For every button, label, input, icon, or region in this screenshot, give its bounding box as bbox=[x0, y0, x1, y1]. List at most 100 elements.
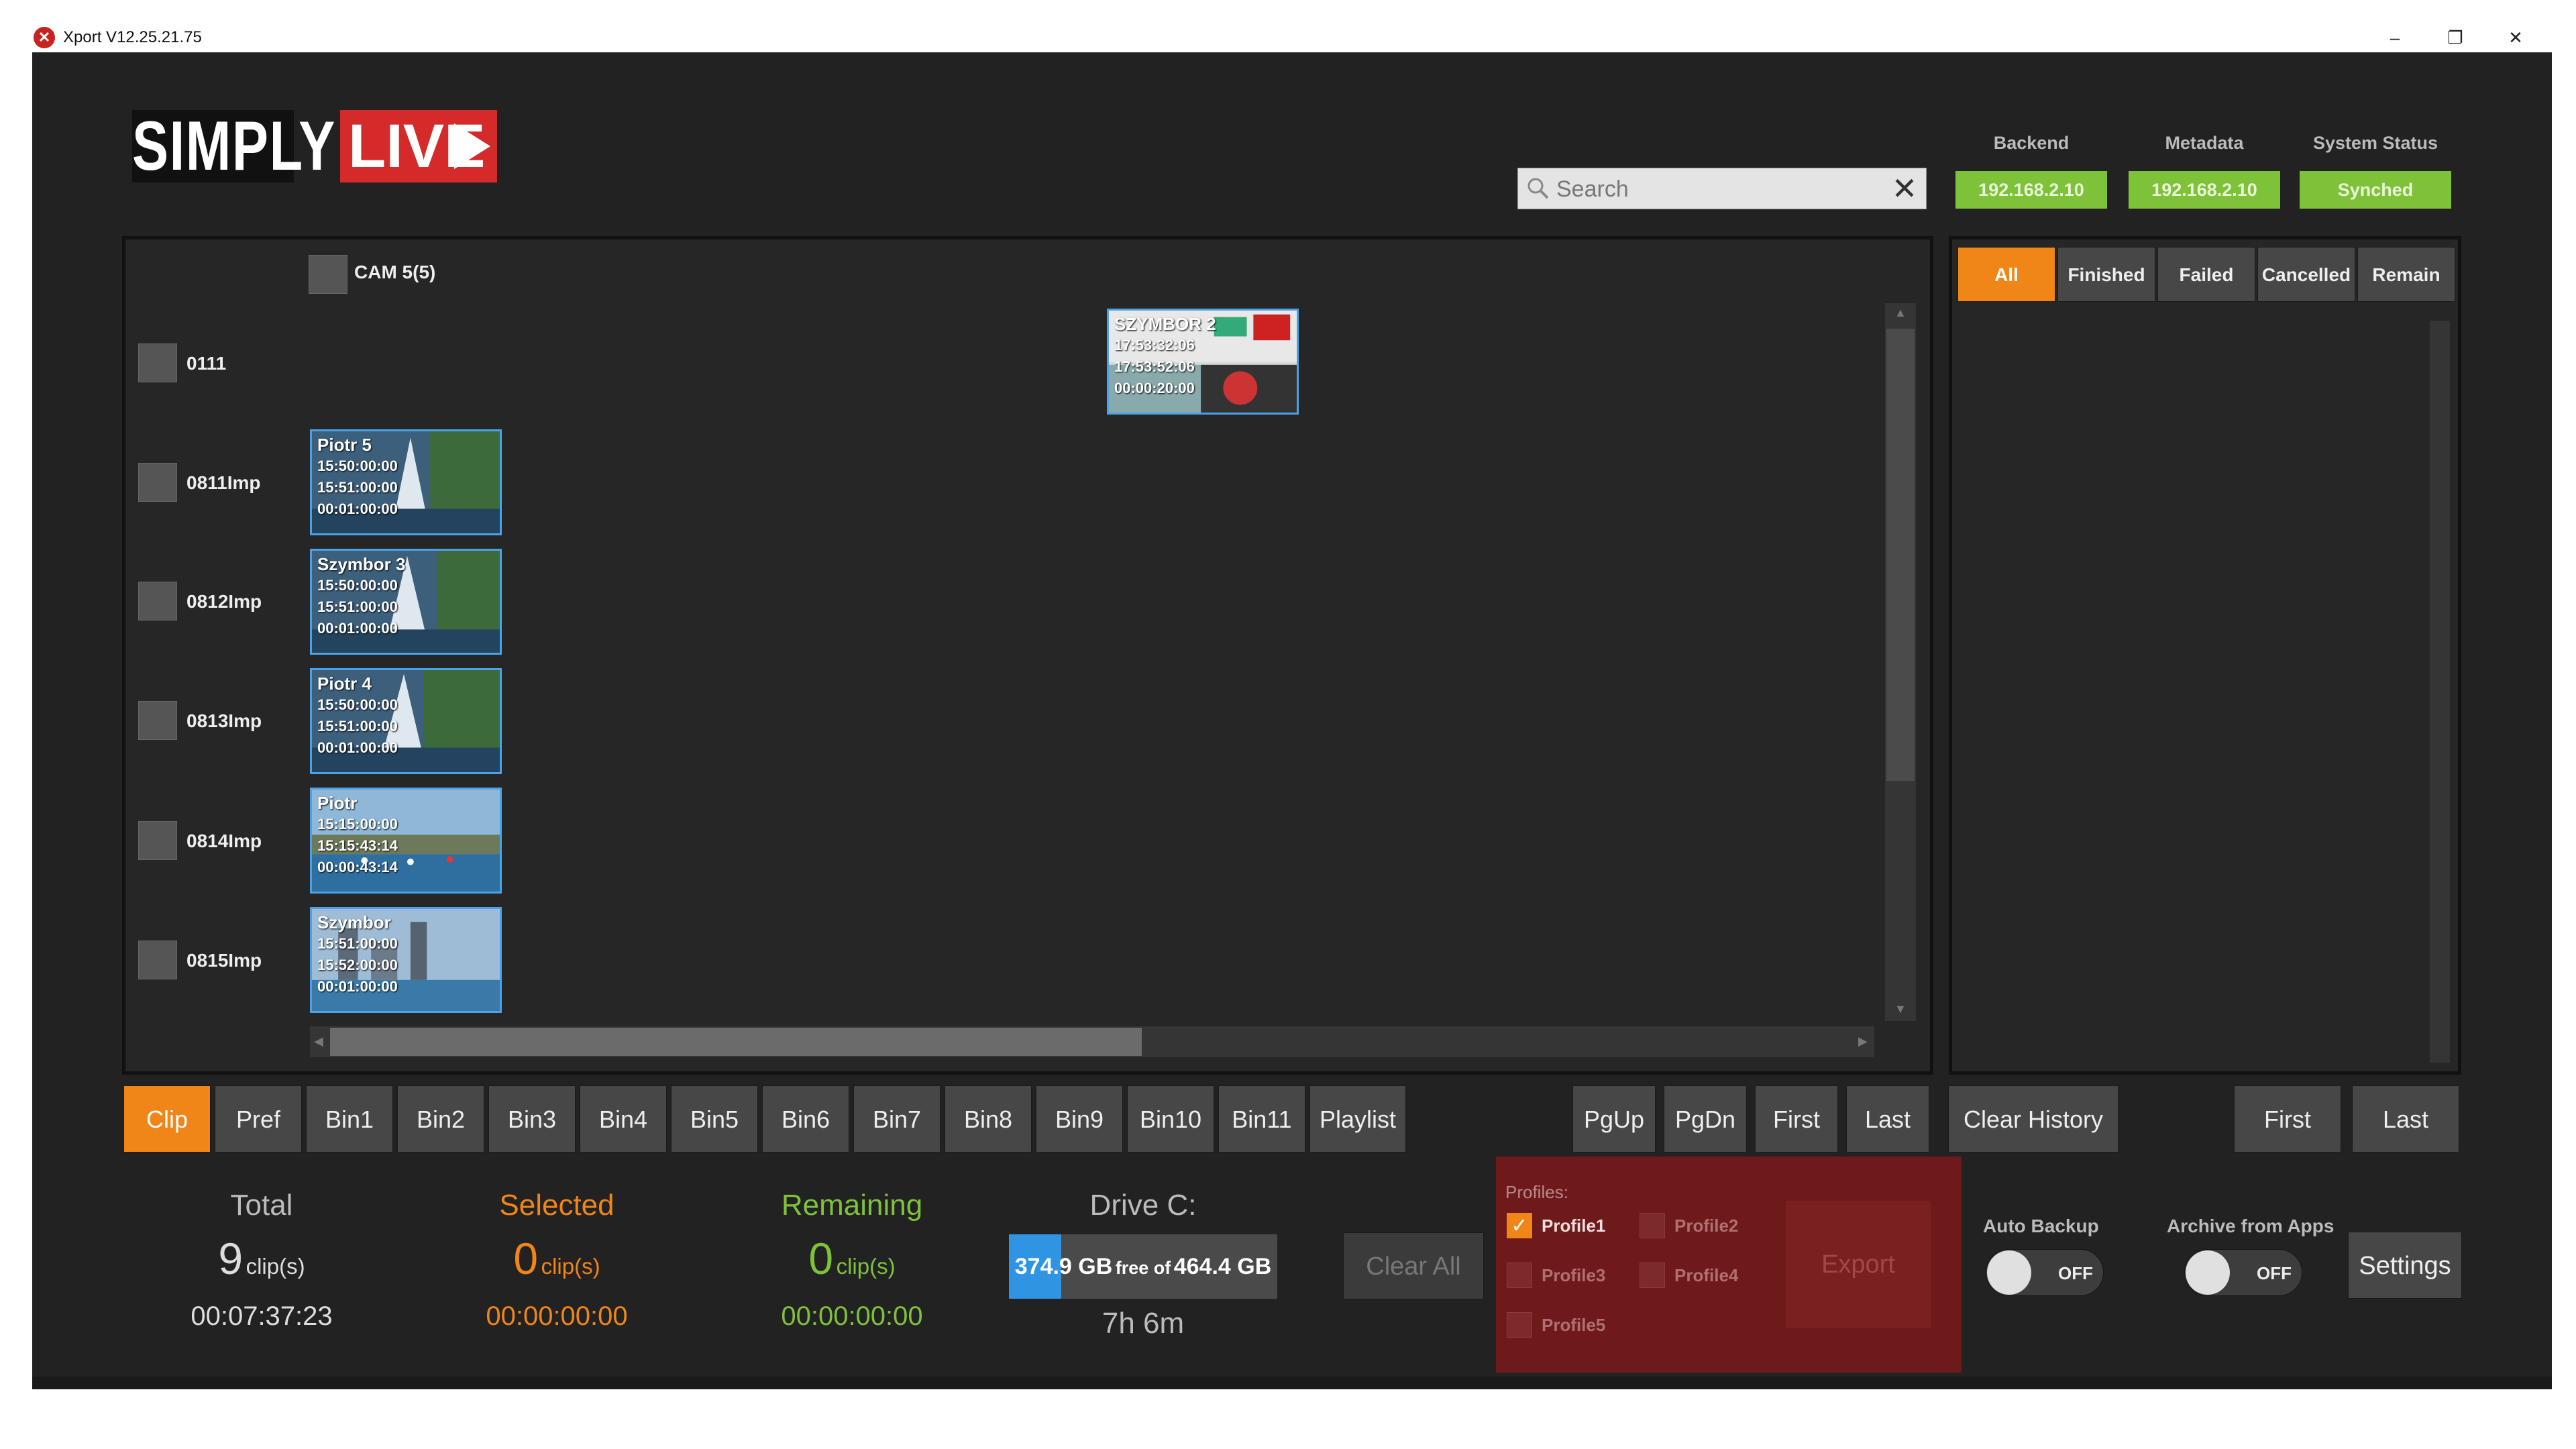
archive-from-apps-knob[interactable] bbox=[2186, 1250, 2230, 1295]
archive-from-apps-state: OFF bbox=[2257, 1263, 2292, 1283]
clip-thumbnail[interactable]: Piotr 5 15:50:00:00 15:51:00:00 00:01:00… bbox=[310, 429, 502, 535]
bin-tab-bin3[interactable]: Bin3 bbox=[488, 1085, 576, 1152]
row-checkbox[interactable] bbox=[138, 582, 177, 621]
row-checkbox[interactable] bbox=[138, 941, 177, 979]
bottom-strip bbox=[32, 1377, 2552, 1389]
clear-all-button[interactable]: Clear All bbox=[1343, 1232, 1484, 1299]
profiles-label: Profiles: bbox=[1505, 1182, 1568, 1202]
camera-label: CAM 5(5) bbox=[354, 262, 436, 282]
bin-tab-pref[interactable]: Pref bbox=[215, 1085, 302, 1152]
bin-tab-bin11[interactable]: Bin11 bbox=[1218, 1085, 1305, 1152]
search-icon bbox=[1527, 178, 1549, 199]
drive-total: 464.4 GB bbox=[1173, 1254, 1272, 1279]
logo-simply: SIMPLY bbox=[132, 107, 336, 185]
drive-free: 374.9 GB bbox=[1014, 1254, 1113, 1279]
backend-label: Backend bbox=[1993, 133, 2070, 153]
bin-tab-bin9[interactable]: Bin9 bbox=[1036, 1085, 1123, 1152]
profile3-checkbox[interactable] bbox=[1507, 1263, 1532, 1288]
clip-title: Szymbor bbox=[317, 912, 391, 932]
remaining-count: 0 clip(s) bbox=[711, 1233, 993, 1284]
clear-search-icon[interactable]: ✕ bbox=[1889, 173, 1920, 204]
clip-out-time: 17:53:52:06 bbox=[1114, 358, 1195, 375]
clip-thumbnail[interactable]: Szymbor 3 15:50:00:00 15:51:00:00 00:01:… bbox=[310, 549, 502, 655]
selected-count-unit: clip(s) bbox=[541, 1254, 600, 1279]
total-time: 00:07:37:23 bbox=[191, 1301, 333, 1331]
scroll-right-icon[interactable]: ▶ bbox=[1858, 1034, 1868, 1049]
scroll-left-icon[interactable]: ◀ bbox=[314, 1034, 323, 1049]
system-status: Synched bbox=[2300, 171, 2451, 209]
window-title-bar bbox=[32, 23, 2552, 52]
scroll-up-icon[interactable]: ▲ bbox=[1894, 306, 1907, 320]
bin-tab-bin10[interactable]: Bin10 bbox=[1127, 1085, 1214, 1152]
clear-history-button[interactable]: Clear History bbox=[1948, 1085, 2118, 1152]
row-label: 0815Imp bbox=[186, 950, 262, 971]
drive-title: Drive C: bbox=[1089, 1189, 1197, 1222]
clip-thumbnail[interactable]: Piotr 15:15:00:00 15:15:43:14 00:00:43:1… bbox=[310, 788, 502, 894]
row-checkbox[interactable] bbox=[138, 343, 177, 382]
clip-duration: 00:01:00:00 bbox=[317, 500, 398, 517]
clip-out-time: 15:15:43:14 bbox=[317, 837, 398, 854]
last-page-button[interactable]: Last bbox=[1846, 1085, 1929, 1152]
row-checkbox[interactable] bbox=[138, 821, 177, 860]
clip-in-time: 15:50:00:00 bbox=[317, 458, 398, 474]
auto-backup-label: Auto Backup bbox=[1983, 1216, 2099, 1236]
bin-tab-playlist[interactable]: Playlist bbox=[1309, 1085, 1406, 1152]
row-label: 0111 bbox=[186, 353, 227, 374]
minimize-button[interactable]: – bbox=[2368, 23, 2422, 52]
filter-tab-finished[interactable]: Finished bbox=[2057, 247, 2155, 302]
vertical-scroll-thumb[interactable] bbox=[1886, 329, 1915, 781]
selected-time: 00:00:00:00 bbox=[486, 1301, 628, 1331]
logo-live: LIVE bbox=[340, 110, 497, 182]
cam-checkbox[interactable] bbox=[309, 255, 347, 294]
filter-tab-cancelled[interactable]: Cancelled bbox=[2257, 247, 2355, 302]
total-count-unit: clip(s) bbox=[246, 1254, 305, 1279]
backend-status: 192.168.2.10 bbox=[1955, 171, 2107, 209]
bin-tab-bin7[interactable]: Bin7 bbox=[853, 1085, 941, 1152]
clip-info: Szymbor 3 15:50:00:00 15:51:00:00 00:01:… bbox=[317, 553, 406, 639]
page-up-button[interactable]: PgUp bbox=[1572, 1085, 1656, 1152]
settings-button[interactable]: Settings bbox=[2348, 1232, 2462, 1299]
clip-thumbnail[interactable]: SZYMBOR 2 17:53:32:06 17:53:52:06 00:00:… bbox=[1107, 309, 1299, 415]
restore-button[interactable]: ❐ bbox=[2428, 23, 2482, 52]
drive-free-of: free of bbox=[1115, 1258, 1171, 1278]
history-scrollbar[interactable] bbox=[2430, 321, 2450, 1063]
clip-duration: 00:01:00:00 bbox=[317, 739, 398, 756]
clip-thumbnail[interactable]: Szymbor 15:51:00:00 15:52:00:00 00:01:00… bbox=[310, 907, 502, 1013]
profile2-checkbox[interactable] bbox=[1640, 1213, 1665, 1238]
search-input[interactable] bbox=[1555, 169, 1880, 209]
profile1-checkbox[interactable]: ✓ bbox=[1507, 1213, 1532, 1238]
profile4-checkbox[interactable] bbox=[1640, 1263, 1665, 1288]
clip-info: Piotr 5 15:50:00:00 15:51:00:00 00:01:00… bbox=[317, 434, 398, 520]
metadata-label: Metadata bbox=[2165, 133, 2244, 153]
filter-tab-remain[interactable]: Remain bbox=[2357, 247, 2455, 302]
page-down-button[interactable]: PgDn bbox=[1664, 1085, 1747, 1152]
scroll-down-icon[interactable]: ▼ bbox=[1894, 1002, 1907, 1016]
clip-thumbnail[interactable]: Piotr 4 15:50:00:00 15:51:00:00 00:01:00… bbox=[310, 668, 502, 774]
profile5-checkbox[interactable] bbox=[1507, 1312, 1532, 1338]
system-status-label: System Status bbox=[2312, 133, 2438, 153]
remaining-count-value: 0 bbox=[808, 1234, 834, 1283]
history-first-button[interactable]: First bbox=[2234, 1085, 2341, 1152]
bin-tab-bin2[interactable]: Bin2 bbox=[397, 1085, 484, 1152]
bin-tab-bin8[interactable]: Bin8 bbox=[945, 1085, 1032, 1152]
history-last-button[interactable]: Last bbox=[2352, 1085, 2459, 1152]
clip-duration: 00:01:00:00 bbox=[317, 620, 398, 637]
bin-tab-bin6[interactable]: Bin6 bbox=[762, 1085, 849, 1152]
first-page-button[interactable]: First bbox=[1755, 1085, 1838, 1152]
close-window-button[interactable]: ✕ bbox=[2489, 23, 2542, 52]
filter-tab-failed[interactable]: Failed bbox=[2157, 247, 2255, 302]
bin-tab-clip[interactable]: Clip bbox=[123, 1085, 211, 1152]
clip-in-time: 15:50:00:00 bbox=[317, 577, 398, 594]
filter-tab-all[interactable]: All bbox=[1957, 247, 2055, 302]
clip-info: Piotr 4 15:50:00:00 15:51:00:00 00:01:00… bbox=[317, 673, 398, 759]
bin-tab-bin1[interactable]: Bin1 bbox=[306, 1085, 393, 1152]
row-checkbox[interactable] bbox=[138, 463, 177, 502]
horizontal-scroll-thumb[interactable] bbox=[330, 1028, 1142, 1056]
history-panel bbox=[1949, 236, 2461, 1075]
clip-title: Piotr bbox=[317, 793, 358, 813]
row-checkbox[interactable] bbox=[138, 701, 177, 740]
bin-tab-bin4[interactable]: Bin4 bbox=[580, 1085, 667, 1152]
auto-backup-knob[interactable] bbox=[1987, 1250, 2031, 1295]
export-button[interactable]: Export bbox=[1786, 1201, 1931, 1328]
bin-tab-bin5[interactable]: Bin5 bbox=[671, 1085, 758, 1152]
